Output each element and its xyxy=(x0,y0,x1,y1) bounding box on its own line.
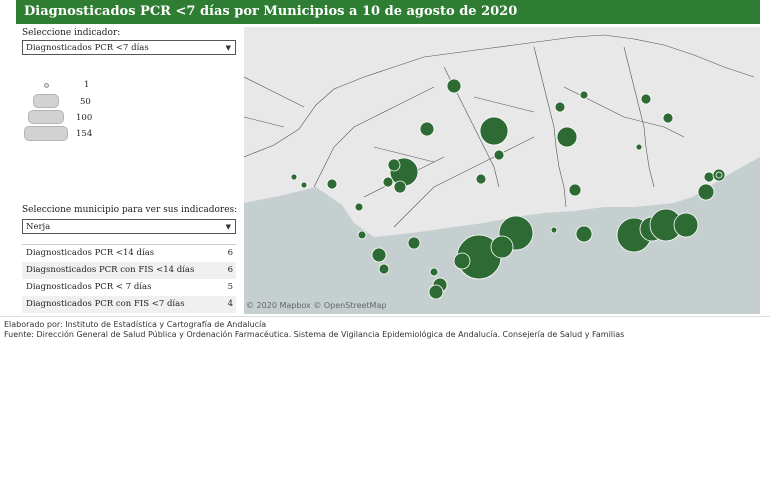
table-row: Diagnosticados PCR < 7 días 5 xyxy=(22,279,236,296)
indicator-name: Diagsnosticados PCR con FIS <14 días xyxy=(26,265,195,275)
map-bubble[interactable] xyxy=(357,230,367,240)
indicator-value: 5 xyxy=(227,282,233,292)
map-bubble[interactable] xyxy=(290,173,298,181)
map-bubble[interactable] xyxy=(697,183,715,201)
map-bubble[interactable] xyxy=(640,93,652,105)
map-bubble[interactable] xyxy=(635,143,643,151)
map-bubble[interactable] xyxy=(419,121,435,137)
map-bubble[interactable] xyxy=(371,247,387,263)
indicator-name: Diagnosticados PCR <14 días xyxy=(26,248,155,258)
legend-pill-icon xyxy=(33,94,59,108)
dashboard-title: Diagnosticados PCR <7 días por Municipio… xyxy=(16,0,760,24)
indicator-value: 6 xyxy=(227,248,233,258)
map-bubble[interactable] xyxy=(393,180,407,194)
legend-dot-icon xyxy=(44,83,49,88)
map-bubble[interactable] xyxy=(550,226,558,234)
legend-value: 1 xyxy=(84,80,90,90)
footer-fuente: Fuente: Dirección General de Salud Públi… xyxy=(4,330,625,339)
map-attribution[interactable]: © 2020 Mapbox © OpenStreetMap xyxy=(246,301,386,310)
indicator-name: Diagnosticados PCR < 7 días xyxy=(26,282,152,292)
map-bubble[interactable] xyxy=(387,158,401,172)
map-bubble[interactable] xyxy=(568,183,582,197)
indicator-table: Diagnosticados PCR <14 días 6 Diagsnosti… xyxy=(22,244,236,313)
map-bubble[interactable] xyxy=(326,178,338,190)
map-bubble[interactable] xyxy=(354,202,364,212)
map-bubble[interactable] xyxy=(703,171,715,183)
map-bubble[interactable] xyxy=(407,236,421,250)
map-bubble[interactable] xyxy=(554,101,566,113)
indicator-select-value: Diagnosticados PCR <7 días xyxy=(26,43,149,53)
indicator-value: 6 xyxy=(227,265,233,275)
municipality-select[interactable]: Nerja ▼ xyxy=(22,219,236,234)
chevron-down-icon: ▼ xyxy=(225,44,231,52)
map-bubble[interactable] xyxy=(556,126,578,148)
map-bubble[interactable] xyxy=(575,225,593,243)
map-canvas[interactable] xyxy=(244,27,760,314)
map-bubble[interactable] xyxy=(475,173,487,185)
table-row: Diagnosticados PCR con FIS <7 días 4 xyxy=(22,296,236,313)
indicator-value: 4 xyxy=(227,299,233,309)
chevron-down-icon: ▼ xyxy=(225,223,231,231)
map-bubble[interactable] xyxy=(673,212,699,238)
map-bubble[interactable] xyxy=(579,90,589,100)
municipality-label: Seleccione municipio para ver sus indica… xyxy=(22,205,238,215)
map-bubble[interactable] xyxy=(429,267,439,277)
map-bubble[interactable] xyxy=(378,263,390,275)
map-bubble[interactable] xyxy=(428,284,444,300)
map-bubble[interactable] xyxy=(300,181,308,189)
map-bubble[interactable] xyxy=(453,252,471,270)
map-bubble[interactable] xyxy=(662,112,674,124)
map-bubble[interactable] xyxy=(479,116,509,146)
indicator-label: Seleccione indicador: xyxy=(22,28,121,38)
table-row: Diagnosticados PCR <14 días 6 xyxy=(22,245,236,262)
footer-divider xyxy=(0,316,770,317)
table-row: Diagsnosticados PCR con FIS <14 días 6 xyxy=(22,262,236,279)
indicator-select[interactable]: Diagnosticados PCR <7 días ▼ xyxy=(22,40,236,55)
map-svg[interactable] xyxy=(244,27,760,314)
indicator-name: Diagnosticados PCR con FIS <7 días xyxy=(26,299,185,309)
legend-pill-icon xyxy=(28,110,64,124)
map-bubble[interactable] xyxy=(382,176,394,188)
legend-value: 154 xyxy=(76,129,93,139)
legend-pill-icon xyxy=(24,126,68,141)
legend-value: 50 xyxy=(80,97,91,107)
map-bubble[interactable] xyxy=(490,235,514,259)
map-bubble[interactable] xyxy=(715,171,723,179)
map-bubble[interactable] xyxy=(446,78,462,94)
municipality-select-value: Nerja xyxy=(26,222,51,232)
map-bubble[interactable] xyxy=(493,149,505,161)
legend-value: 100 xyxy=(76,113,93,123)
footer-elaborado: Elaborado por: Instituto de Estadística … xyxy=(4,320,267,329)
